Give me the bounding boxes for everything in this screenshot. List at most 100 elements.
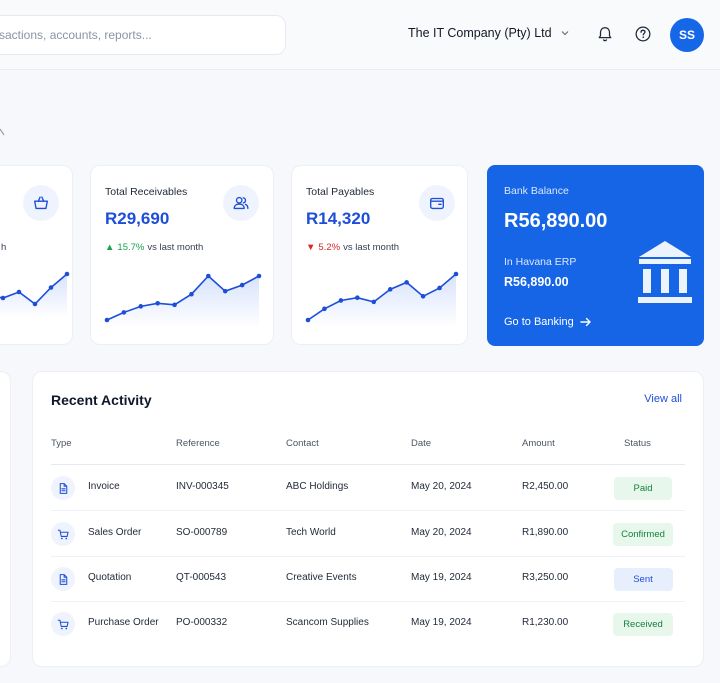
trend-label: vs last month [343,242,400,253]
row-contact: ABC Holdings [286,481,349,492]
card-icon-wrap [419,185,455,221]
row-type: Purchase Order [88,617,159,628]
help-button[interactable] [633,24,653,44]
sparkline-point [172,302,177,308]
partial-summary-card: h [0,165,73,345]
side-panel-fragment [0,371,11,667]
sparkline-point [420,294,426,299]
sparkline-point [32,301,38,307]
row-date: May 20, 2024 [411,527,472,538]
document-icon [59,573,67,585]
column-header-status: Status [624,438,651,449]
sparkline-point [437,285,442,291]
card-title: Total Payables [306,186,375,198]
card-value: R14,320 [306,209,371,228]
row-amount: R1,890.00 [522,527,569,538]
status-badge: Received [613,613,673,636]
sparkline-point [0,295,6,301]
card-trend: ▼ 5.2% vs last month [306,242,399,253]
go-to-banking-label: Go to Banking [504,316,574,328]
top-bar: The IT Company (Pty) Ltd SS [0,0,720,70]
sparkline-point [371,299,377,305]
row-contact: Creative Events [286,572,357,583]
row-type-icon-wrap [51,476,75,500]
table-row[interactable]: Sales Order SO-000789 Tech World May 20, 20… [33,512,703,557]
bank-sub-label: In Havana ERP [504,256,577,268]
sparkline-area [308,274,456,328]
sparkline-point [239,282,245,288]
sparkline-point [48,285,54,290]
table-row[interactable]: Invoice INV-000345 ABC Holdings May 20, 202… [33,466,703,511]
row-type: Quotation [88,572,132,583]
sparkline-point [206,273,211,279]
trend-percent: 5.2% [318,242,341,253]
row-type: Sales Order [88,527,142,538]
sparkline-point [453,271,459,277]
company-name: The IT Company (Pty) Ltd [408,26,552,40]
document-icon [59,482,67,494]
table-row[interactable]: Purchase Order PO-000332 Scancom Supplies M… [33,602,703,647]
column-header-contact: Contact [286,438,319,449]
sparkline-point [138,304,144,309]
trend-label: vs last month [147,242,204,253]
row-date: May 19, 2024 [411,572,472,583]
row-reference: INV-000345 [176,481,229,492]
notifications-button[interactable] [595,24,615,44]
go-to-banking-link[interactable]: Go to Banking [504,316,592,328]
row-type-icon-wrap [51,567,75,591]
card-icon-wrap [223,185,259,221]
partial-trend-text: h [1,242,7,253]
row-amount: R3,250.00 [522,572,569,583]
card-trend: ▲ 15.7% vs last month [105,242,203,253]
sparkline-point [189,291,194,297]
sparkline-point [104,317,110,323]
receivables-card: Total Receivables R29,690 ▲ 15.7% vs las… [90,165,274,345]
column-header-reference: Reference [176,438,220,449]
sparkline-point [16,289,22,295]
view-all-link[interactable]: View all [644,393,682,405]
avatar[interactable]: SS [670,18,704,52]
search-box[interactable] [0,15,286,55]
sparkline-chart [104,273,262,328]
row-contact: Tech World [286,527,336,538]
arrow-right-icon [580,317,591,327]
row-reference: QT-000543 [176,572,227,583]
row-reference: SO-000789 [176,527,228,538]
sparkline-chart [0,271,70,318]
row-date: May 20, 2024 [411,481,472,492]
card-value: R29,690 [105,209,170,228]
page-title-fragment [0,128,5,136]
wallet-icon [430,197,444,210]
trend-down-icon: ▼ [306,242,316,253]
bank-building-icon [638,241,692,303]
row-date: May 19, 2024 [411,617,472,628]
users-icon [233,196,249,210]
trend-percent: 15.7% [117,242,145,253]
bell-icon [598,27,612,42]
help-icon [635,26,651,42]
search-input[interactable] [0,16,285,54]
company-selector[interactable]: The IT Company (Pty) Ltd [408,26,570,40]
row-amount: R1,230.00 [522,617,569,628]
sparkline-chart [305,271,459,328]
row-amount: R2,450.00 [522,481,569,492]
payables-card: Total Payables R14,320 ▼ 5.2% vs last mo… [291,165,468,345]
sparkline-point [355,295,360,300]
cart-icon [57,619,69,629]
row-divider [51,510,685,511]
sparkline-point [338,298,344,303]
sparkline-point [322,306,327,312]
bank-value: R56,890.00 [504,210,608,232]
row-type: Invoice [88,481,120,492]
sparkline-point [404,280,409,285]
table-row[interactable]: Quotation QT-000543 Creative Events May 19,… [33,557,703,602]
row-reference: PO-000332 [176,617,228,628]
bank-title: Bank Balance [504,185,569,197]
bank-balance-card: Bank Balance R56,890.00 In Havana ERP R5… [487,165,704,346]
trend-up-icon: ▲ [105,242,115,253]
recent-activity-panel: Recent Activity View all Type Reference … [32,371,704,667]
sparkline-point [387,287,393,292]
cart-icon [57,529,69,539]
status-badge: Paid [614,477,672,500]
sparkline-point [222,288,228,294]
